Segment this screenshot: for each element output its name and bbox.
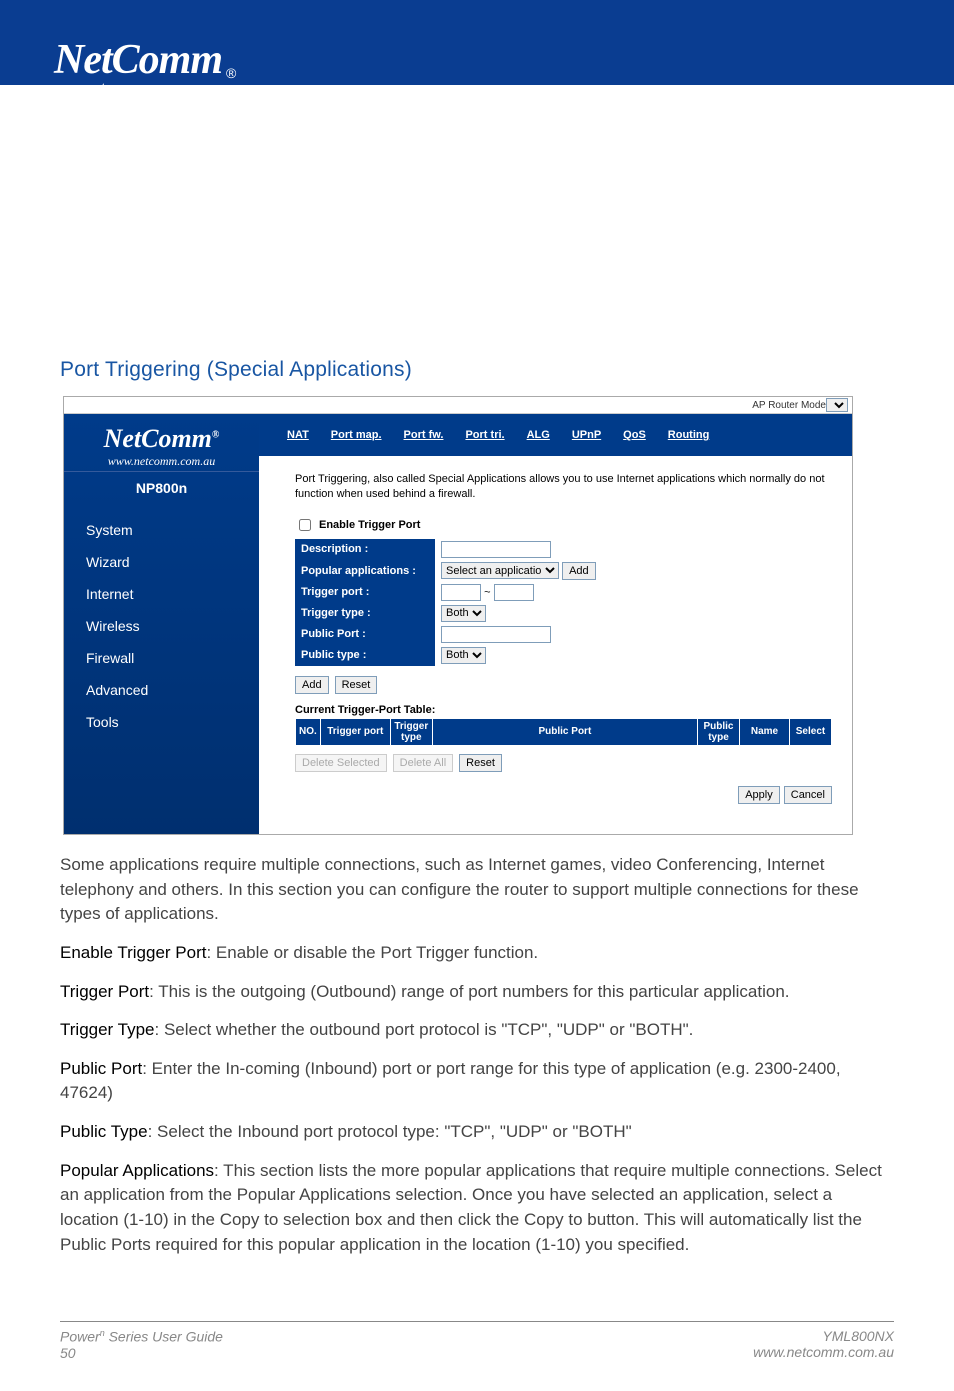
nav-system[interactable]: System bbox=[64, 514, 259, 546]
page-footer: Powern Series User Guide 50 YML800NX www… bbox=[60, 1321, 894, 1391]
tab-upnp[interactable]: UPnP bbox=[572, 429, 601, 441]
trigger-type-label: Trigger type : bbox=[295, 603, 435, 624]
tab-row: NAT Port map. Port fw. Port tri. ALG UPn… bbox=[259, 414, 852, 456]
cancel-button[interactable]: Cancel bbox=[784, 786, 832, 804]
public-type-select[interactable]: Both bbox=[441, 647, 486, 664]
th-name: Name bbox=[740, 718, 790, 745]
popular-add-button[interactable]: Add bbox=[562, 562, 596, 580]
enable-trigger-label: Enable Trigger Port bbox=[319, 519, 420, 531]
delete-all-button[interactable]: Delete All bbox=[393, 754, 453, 772]
mode-label: AP Router Mode bbox=[752, 400, 826, 411]
para-intro: Some applications require multiple conne… bbox=[60, 853, 894, 927]
th-trigger-type: Trigger type bbox=[390, 718, 432, 745]
para-trigger-type: Trigger Type: Select whether the outboun… bbox=[60, 1018, 894, 1043]
reset-button[interactable]: Reset bbox=[335, 676, 378, 694]
tab-alg[interactable]: ALG bbox=[527, 429, 550, 441]
tab-portmap[interactable]: Port map. bbox=[331, 429, 382, 441]
mode-select[interactable] bbox=[826, 398, 848, 412]
public-port-input[interactable] bbox=[441, 626, 551, 643]
para-public-port: Public Port: Enter the In-coming (Inboun… bbox=[60, 1057, 894, 1106]
intro-text: Port Triggering, also called Special App… bbox=[295, 472, 832, 503]
enable-trigger-checkbox[interactable] bbox=[299, 519, 311, 531]
trigger-port-table: NO. Trigger port Trigger type Public Por… bbox=[295, 718, 832, 746]
tilde: ~ bbox=[484, 586, 490, 598]
para-public-type: Public Type: Select the Inbound port pro… bbox=[60, 1120, 894, 1145]
footer-url: www.netcomm.com.au bbox=[753, 1344, 894, 1360]
description-input[interactable] bbox=[441, 541, 551, 558]
nav-wizard[interactable]: Wizard bbox=[64, 546, 259, 578]
table-title: Current Trigger-Port Table: bbox=[295, 704, 832, 716]
router-admin-screenshot: AP Router Mode NetComm® www.netcomm.com.… bbox=[63, 396, 853, 835]
trigger-port-to[interactable] bbox=[494, 584, 534, 601]
footer-series-b: Series User Guide bbox=[105, 1329, 223, 1345]
th-select: Select bbox=[790, 718, 832, 745]
model-number: NP800n bbox=[64, 474, 259, 514]
nav-internet[interactable]: Internet bbox=[64, 578, 259, 610]
para-trigger-port: Trigger Port: This is the outgoing (Outb… bbox=[60, 980, 894, 1005]
nav-firewall[interactable]: Firewall bbox=[64, 642, 259, 674]
footer-series-a: Power bbox=[60, 1329, 100, 1345]
nav-advanced[interactable]: Advanced bbox=[64, 674, 259, 706]
add-button[interactable]: Add bbox=[295, 676, 329, 694]
th-no: NO. bbox=[296, 718, 321, 745]
trigger-port-from[interactable] bbox=[441, 584, 481, 601]
brand-url: www.netcomm.com.au bbox=[54, 80, 188, 97]
tab-porttri[interactable]: Port tri. bbox=[465, 429, 504, 441]
th-public-type: Public type bbox=[698, 718, 740, 745]
footer-model: YML800NX bbox=[753, 1328, 894, 1344]
section-heading: Port Triggering (Special Applications) bbox=[60, 358, 894, 382]
router-main: NAT Port map. Port fw. Port tri. ALG UPn… bbox=[259, 414, 852, 834]
public-type-label: Public type : bbox=[295, 645, 435, 666]
trigger-port-label: Trigger port : bbox=[295, 582, 435, 603]
nav-wireless[interactable]: Wireless bbox=[64, 610, 259, 642]
router-topbar: AP Router Mode bbox=[64, 397, 852, 414]
sidebar-brand: NetComm® bbox=[104, 424, 220, 453]
popular-apps-label: Popular applications : bbox=[295, 560, 435, 582]
para-popular-apps: Popular Applications: This section lists… bbox=[60, 1159, 894, 1258]
tab-nat[interactable]: NAT bbox=[287, 429, 309, 441]
trigger-type-select[interactable]: Both bbox=[441, 605, 486, 622]
sidebar-url: www.netcomm.com.au bbox=[64, 454, 259, 472]
th-trigger-port: Trigger port bbox=[320, 718, 390, 745]
description-label: Description : bbox=[295, 539, 435, 560]
tab-portfw[interactable]: Port fw. bbox=[404, 429, 444, 441]
th-public-port: Public Port bbox=[432, 718, 697, 745]
tab-qos[interactable]: QoS bbox=[623, 429, 646, 441]
page-number: 50 bbox=[60, 1345, 223, 1361]
popular-apps-select[interactable]: Select an application bbox=[441, 562, 559, 579]
public-port-label: Public Port : bbox=[295, 624, 435, 645]
router-sidebar: NetComm® www.netcomm.com.au NP800n Syste… bbox=[64, 414, 259, 834]
delete-selected-button[interactable]: Delete Selected bbox=[295, 754, 387, 772]
apply-button[interactable]: Apply bbox=[738, 786, 780, 804]
registered-icon: ® bbox=[226, 65, 236, 81]
para-enable: Enable Trigger Port: Enable or disable t… bbox=[60, 941, 894, 966]
tab-routing[interactable]: Routing bbox=[668, 429, 710, 441]
nav-tools[interactable]: Tools bbox=[64, 706, 259, 738]
brand-logo: NetComm bbox=[54, 39, 222, 81]
document-header: NetComm ® www.netcomm.com.au bbox=[0, 0, 954, 85]
reset-table-button[interactable]: Reset bbox=[459, 754, 502, 772]
